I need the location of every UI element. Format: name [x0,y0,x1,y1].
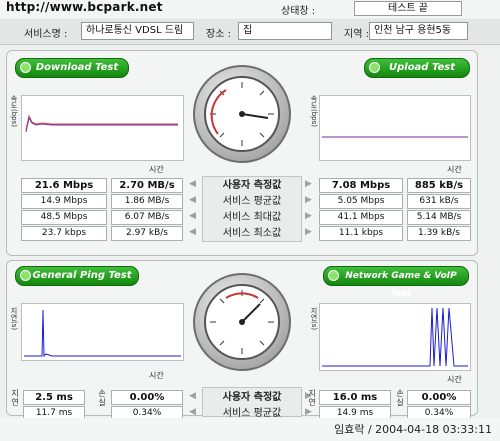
place-field[interactable]: 집 [238,22,332,40]
ping-y-axis-label: 지연(s) [10,307,18,331]
speed-service-avg-label: 서비스 평균값 [222,196,282,207]
left-arrow-icon: ◀ [189,211,196,221]
ping-gauge-dial [210,290,274,354]
left-arrow-icon: ◀ [189,227,196,237]
upload-min-bytes: 1.39 kB/s [407,226,471,241]
ping-x-axis-label: 시간 [149,371,164,380]
speed-service-min-label: 서비스 최소값 [222,228,282,239]
right-arrow-icon: ▶ [305,211,312,221]
download-button-icon [20,62,31,73]
game-delay-axis-label: 지연 [308,389,316,407]
download-max-bps: 48.5 Mbps [21,210,107,225]
download-min-bytes: 2.97 kB/s [111,226,183,241]
left-arrow-icon: ◀ [189,407,196,417]
right-arrow-icon: ▶ [305,179,312,189]
left-arrow-icon: ◀ [189,391,196,401]
speed-gauge-red-zone [210,89,227,135]
capture-signature: 임효락 / 2004-04-18 03:33:11 [334,423,492,436]
upload-test-button[interactable]: Upload Test [364,58,470,78]
download-speed-line [25,116,178,133]
footer: 임효락 / 2004-04-18 03:33:11 [0,418,500,441]
ping-gauge [193,273,291,371]
title-strip: http://www.bcpark.net 상태창 : 테스트 끝 [0,0,500,18]
speed-gauge-needle [241,113,269,119]
upload-avg-bytes: 631 kB/s [407,194,471,209]
left-arrow-icon: ◀ [189,179,196,189]
download-min-bps: 23.7 kbps [21,226,107,241]
upload-max-bytes: 5.14 MB/s [407,210,471,225]
game-button-label: Network Game & VoIP Test [345,271,457,299]
service-label: 서비스명 : [24,29,68,40]
upload-x-axis-label: 시간 [447,165,462,174]
upload-avg-bps: 5.05 Mbps [319,194,403,209]
speed-gauge-dial [210,82,274,146]
game-x-axis-label: 시간 [447,375,462,384]
download-user-bps: 21.6 Mbps [21,178,107,193]
ping-graph-plot [24,309,181,358]
download-user-bytes: 2.70 MB/s [111,178,183,193]
upload-graph-plot [322,136,468,138]
ping-gauge-needle [241,303,261,323]
right-arrow-icon: ▶ [305,195,312,205]
status-value: 테스트 끝 [354,1,462,16]
ping-test-panel: General Ping Test Network Game & VoIP Te… [6,260,478,421]
download-avg-line [25,114,178,131]
network-game-voip-test-button[interactable]: Network Game & VoIP Test [323,266,469,299]
upload-user-bps: 7.08 Mbps [319,178,403,193]
right-arrow-icon: ▶ [305,227,312,237]
game-delay-line [322,307,468,367]
download-y-axis-label: 속도(bps) [10,95,18,127]
service-name-field[interactable]: 하나로통신 VDSL 드림 [81,22,194,40]
speed-test-panel: Download Test Upload Test 속도(bps) 시간 속도(… [6,50,478,256]
speed-user-measured-label: 사용자 측정값 [222,180,282,191]
game-button-icon [328,270,339,281]
upload-button-label: Upload Test [388,62,455,73]
upload-user-bytes: 885 kB/s [407,178,471,193]
ping-user-delay: 2.5 ms [23,390,85,405]
ping-user-loss: 0.00% [111,390,183,405]
left-arrow-icon: ◀ [189,195,196,205]
ping-button-icon [20,270,31,281]
download-graph-plot [25,114,178,133]
game-user-loss: 0.00% [407,390,471,405]
place-label: 장소 : [206,29,231,40]
game-graph-plot [322,307,468,367]
game-graph [319,303,471,371]
service-info-bar: 서비스명 : 하나로통신 VDSL 드림 장소 : 집 지역 : 인천 남구 용… [0,19,500,45]
speed-test-window: http://www.bcpark.net 상태창 : 테스트 끝 서비스명 :… [0,0,500,441]
game-y-axis-label: 지연(s) [310,307,318,331]
ping-button-label: General Ping Test [32,270,132,281]
ping-graph [21,303,184,361]
upload-min-bps: 11.1 kbps [319,226,403,241]
download-x-axis-label: 시간 [149,165,164,174]
upload-button-icon [369,62,380,73]
download-max-bytes: 6.07 MB/s [111,210,183,225]
ping-delay-axis-label: 지연 [11,389,19,407]
upload-y-axis-label: 속도(bps) [310,95,318,127]
upload-max-bps: 41.1 Mbps [319,210,403,225]
region-label: 지역 : [344,29,369,40]
ping-delay-line [24,309,181,358]
status-label: 상태창 : [281,6,316,17]
watermark-url: http://www.bcpark.net [6,0,163,14]
download-graph [21,95,184,161]
general-ping-test-button[interactable]: General Ping Test [15,266,139,286]
download-avg-bps: 14.9 Mbps [21,194,107,209]
ping-gauge-hub [239,319,245,325]
right-arrow-icon: ▶ [305,407,312,417]
download-button-label: Download Test [35,62,119,73]
speed-service-max-label: 서비스 최대값 [222,212,282,223]
upload-graph [319,95,471,161]
download-avg-bytes: 1.86 MB/s [111,194,183,209]
game-loss-axis-label: 손실 [396,389,404,407]
speed-gauge-hub [239,111,245,117]
game-user-delay: 16.0 ms [319,390,391,405]
ping-user-measured-label: 사용자 측정값 [222,392,282,403]
speed-gauge [193,65,291,163]
download-test-button[interactable]: Download Test [15,58,129,78]
region-field[interactable]: 인천 남구 용현5동 [369,22,468,40]
ping-loss-axis-label: 손실 [98,389,106,407]
